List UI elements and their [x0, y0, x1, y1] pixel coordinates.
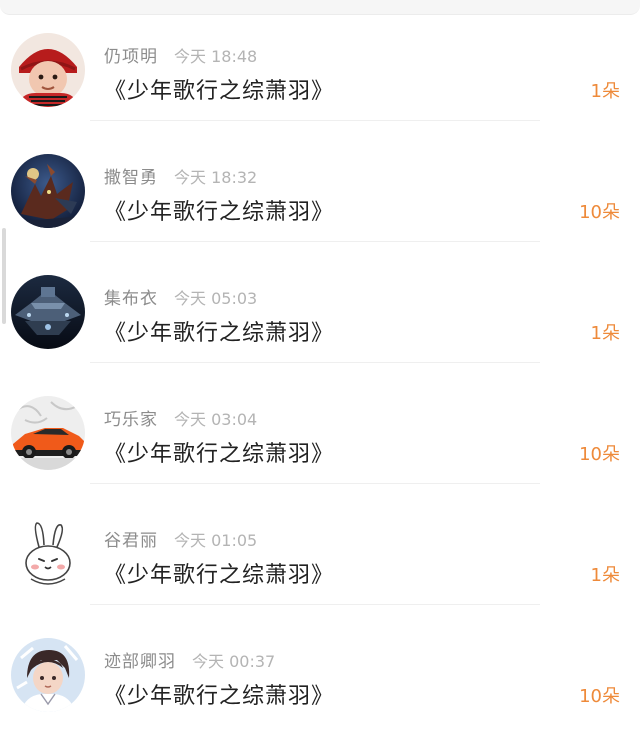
user-name[interactable]: 集布衣 — [104, 289, 158, 309]
orange-sports-car-avatar[interactable] — [11, 396, 85, 470]
book-title[interactable]: 《少年歌行之综萧羽》 — [104, 315, 334, 347]
user-name[interactable]: 巧乐家 — [104, 410, 158, 430]
timestamp: 今天 05:03 — [174, 289, 258, 308]
rabbit-avatar-icon — [11, 517, 85, 591]
item-meta: 集布衣 今天 05:03 — [104, 284, 258, 309]
book-title[interactable]: 《少年歌行之综萧羽》 — [104, 436, 334, 468]
timestamp: 今天 18:32 — [174, 168, 258, 187]
spaceship-avatar[interactable] — [11, 275, 85, 349]
item-meta: 撒智勇 今天 18:32 — [104, 163, 258, 188]
child-in-red-hat-avatar[interactable] — [11, 33, 85, 107]
user-name[interactable]: 撒智勇 — [104, 168, 158, 188]
flower-count: 1朵 — [590, 565, 620, 586]
item-meta: 谷君丽 今天 01:05 — [104, 526, 258, 551]
user-name[interactable]: 仍项明 — [104, 47, 158, 67]
timestamp: 今天 00:37 — [192, 652, 276, 671]
flower-count: 1朵 — [590, 81, 620, 102]
item-meta: 巧乐家 今天 03:04 — [104, 405, 258, 430]
list-item[interactable]: 迹部卿羽 今天 00:37 《少年歌行之综萧羽》 10朵 — [0, 605, 640, 726]
user-name[interactable]: 谷君丽 — [104, 531, 158, 551]
timestamp: 今天 18:48 — [174, 47, 258, 66]
user-name[interactable]: 迹部卿羽 — [104, 652, 176, 672]
item-meta: 仍项明 今天 18:48 — [104, 42, 258, 67]
spaceship-avatar-icon — [11, 275, 85, 349]
child-avatar-icon — [11, 33, 85, 107]
list-item[interactable]: 撒智勇 今天 18:32 《少年歌行之综萧羽》 10朵 — [0, 121, 640, 242]
dragon-warrior-avatar[interactable] — [11, 154, 85, 228]
book-title[interactable]: 《少年歌行之综萧羽》 — [104, 73, 334, 105]
flower-count: 10朵 — [579, 444, 620, 465]
gift-record-page: 仍项明 今天 18:48 《少年歌行之综萧羽》 1朵 撒智勇 今天 18:32 … — [0, 0, 640, 741]
timestamp: 今天 01:05 — [174, 531, 258, 550]
list-item[interactable]: 集布衣 今天 05:03 《少年歌行之综萧羽》 1朵 — [0, 242, 640, 363]
anime-boy-avatar[interactable] — [11, 638, 85, 712]
item-meta: 迹部卿羽 今天 00:37 — [104, 647, 276, 672]
sports-car-avatar-icon — [11, 396, 85, 470]
list-item[interactable]: 谷君丽 今天 01:05 《少年歌行之综萧羽》 1朵 — [0, 484, 640, 605]
book-title[interactable]: 《少年歌行之综萧羽》 — [104, 194, 334, 226]
book-title[interactable]: 《少年歌行之综萧羽》 — [104, 678, 334, 710]
flower-count: 10朵 — [579, 686, 620, 707]
list-item[interactable]: 仍项明 今天 18:48 《少年歌行之综萧羽》 1朵 — [0, 0, 640, 121]
dragon-avatar-icon — [11, 154, 85, 228]
flower-count: 10朵 — [579, 202, 620, 223]
timestamp: 今天 03:04 — [174, 410, 258, 429]
list-item[interactable]: 巧乐家 今天 03:04 《少年歌行之综萧羽》 10朵 — [0, 363, 640, 484]
anime-boy-avatar-icon — [11, 638, 85, 712]
flower-count: 1朵 — [590, 323, 620, 344]
book-title[interactable]: 《少年歌行之综萧羽》 — [104, 557, 334, 589]
cartoon-rabbit-avatar[interactable] — [11, 517, 85, 591]
